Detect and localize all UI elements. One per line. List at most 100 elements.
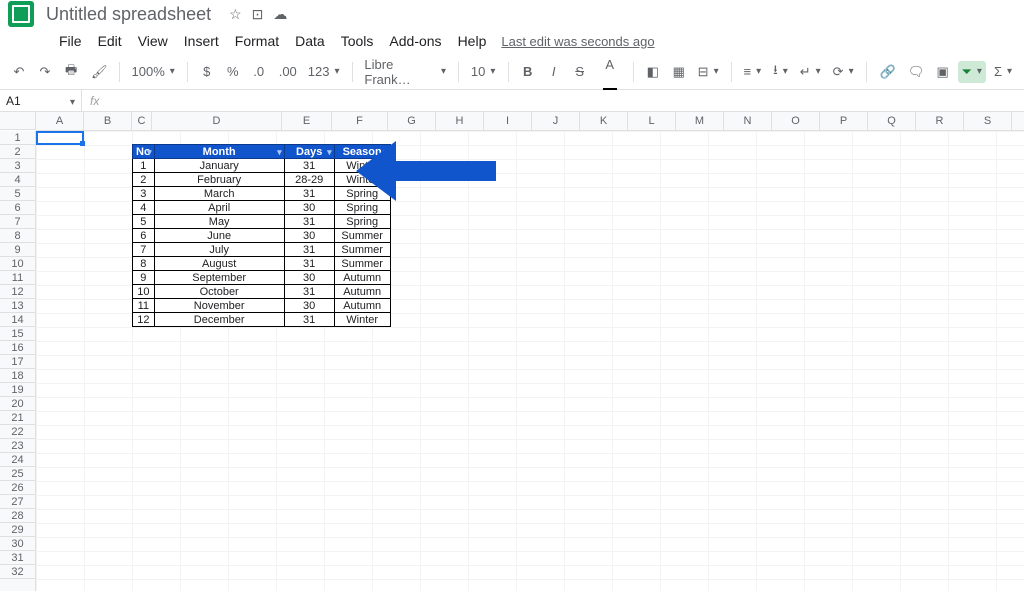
row-header-30[interactable]: 30 [0,537,35,551]
row-header-12[interactable]: 12 [0,285,35,299]
row-header-29[interactable]: 29 [0,523,35,537]
row-header-9[interactable]: 9 [0,243,35,257]
formula-input[interactable] [107,90,1024,111]
paint-format-button[interactable]: 🖌 [86,60,111,84]
increase-decimal-button[interactable]: .00 [274,60,300,83]
decrease-decimal-button[interactable]: .0 [248,60,270,83]
cell[interactable]: 5 [133,215,155,229]
menu-view[interactable]: View [131,30,175,52]
percent-button[interactable]: % [222,60,244,83]
row-header-23[interactable]: 23 [0,439,35,453]
menu-format[interactable]: Format [228,30,286,52]
col-header-H[interactable]: H [436,112,484,130]
menu-insert[interactable]: Insert [177,30,226,52]
cell[interactable]: Autumn [334,285,390,299]
table-header-no[interactable]: No▾ [133,145,155,159]
star-icon[interactable] [229,6,242,23]
col-header-O[interactable]: O [772,112,820,130]
active-cell[interactable] [36,131,84,145]
last-edit-link[interactable]: Last edit was seconds ago [501,34,654,49]
filter-button[interactable]: ⏷ [958,61,986,83]
cell[interactable]: October [154,285,284,299]
row-header-24[interactable]: 24 [0,453,35,467]
row-header-21[interactable]: 21 [0,411,35,425]
rotate-dropdown[interactable]: ⟳ [829,61,858,83]
cell[interactable]: 30 [284,299,334,313]
col-header-C[interactable]: C [132,112,152,130]
cell[interactable]: Autumn [334,299,390,313]
cell[interactable]: Winter [334,313,390,327]
cell[interactable]: 7 [133,243,155,257]
filter-icon[interactable]: ▾ [327,147,332,158]
cell[interactable]: 11 [133,299,155,313]
font-dropdown[interactable]: Libre Frank… [360,54,450,90]
insert-chart-button[interactable]: ▣ [932,60,954,84]
row-header-26[interactable]: 26 [0,481,35,495]
fill-handle[interactable] [80,141,85,146]
col-header-D[interactable]: D [152,112,282,130]
currency-button[interactable]: $ [196,60,218,83]
col-header-K[interactable]: K [580,112,628,130]
cell-area[interactable]: No▾Month▾Days▾Season▾1January31Winter2Fe… [36,131,1024,591]
row-header-22[interactable]: 22 [0,425,35,439]
col-header-I[interactable]: I [484,112,532,130]
row-header-2[interactable]: 2 [0,145,35,159]
row-header-8[interactable]: 8 [0,229,35,243]
row-header-16[interactable]: 16 [0,341,35,355]
col-header-A[interactable]: A [36,112,84,130]
menu-add-ons[interactable]: Add-ons [382,30,448,52]
cell[interactable]: 31 [284,215,334,229]
cell[interactable]: May [154,215,284,229]
col-header-F[interactable]: F [332,112,388,130]
col-header-J[interactable]: J [532,112,580,130]
row-header-32[interactable]: 32 [0,565,35,579]
cell[interactable]: 9 [133,271,155,285]
row-header-7[interactable]: 7 [0,215,35,229]
col-header-E[interactable]: E [282,112,332,130]
cell[interactable]: 6 [133,229,155,243]
cell[interactable]: 31 [284,187,334,201]
cell[interactable]: 30 [284,271,334,285]
row-header-4[interactable]: 4 [0,173,35,187]
cell[interactable]: 30 [284,201,334,215]
borders-button[interactable]: ▦ [668,60,690,84]
filter-icon[interactable]: ▾ [147,147,152,158]
col-header-N[interactable]: N [724,112,772,130]
row-header-18[interactable]: 18 [0,369,35,383]
cell[interactable]: August [154,257,284,271]
row-header-14[interactable]: 14 [0,313,35,327]
table-header-month[interactable]: Month▾ [154,145,284,159]
sheets-logo-icon[interactable] [8,1,34,27]
col-header-B[interactable]: B [84,112,132,130]
row-header-25[interactable]: 25 [0,467,35,481]
move-icon[interactable] [252,6,264,23]
row-header-5[interactable]: 5 [0,187,35,201]
undo-button[interactable]: ↶ [8,60,30,84]
cell[interactable]: 31 [284,159,334,173]
cell[interactable]: 31 [284,285,334,299]
row-header-17[interactable]: 17 [0,355,35,369]
functions-dropdown[interactable]: Σ [990,61,1016,82]
cell[interactable]: Autumn [334,271,390,285]
row-header-11[interactable]: 11 [0,271,35,285]
valign-dropdown[interactable]: ⭳ [769,58,792,86]
col-header-Q[interactable]: Q [868,112,916,130]
insert-comment-button[interactable]: 🗨 [903,60,928,84]
col-header-L[interactable]: L [628,112,676,130]
table-header-days[interactable]: Days▾ [284,145,334,159]
cell[interactable]: 4 [133,201,155,215]
filter-icon[interactable]: ▾ [277,147,282,158]
col-header-S[interactable]: S [964,112,1012,130]
row-header-13[interactable]: 13 [0,299,35,313]
zoom-dropdown[interactable]: 100% [128,61,179,82]
align-dropdown[interactable]: ≡ [740,61,766,82]
cell[interactable]: 10 [133,285,155,299]
font-size-dropdown[interactable]: 10 [467,61,500,82]
cell[interactable]: 31 [284,257,334,271]
cell[interactable]: 12 [133,313,155,327]
cell[interactable]: September [154,271,284,285]
cell[interactable]: 31 [284,243,334,257]
row-header-28[interactable]: 28 [0,509,35,523]
row-header-27[interactable]: 27 [0,495,35,509]
cell[interactable]: 1 [133,159,155,173]
